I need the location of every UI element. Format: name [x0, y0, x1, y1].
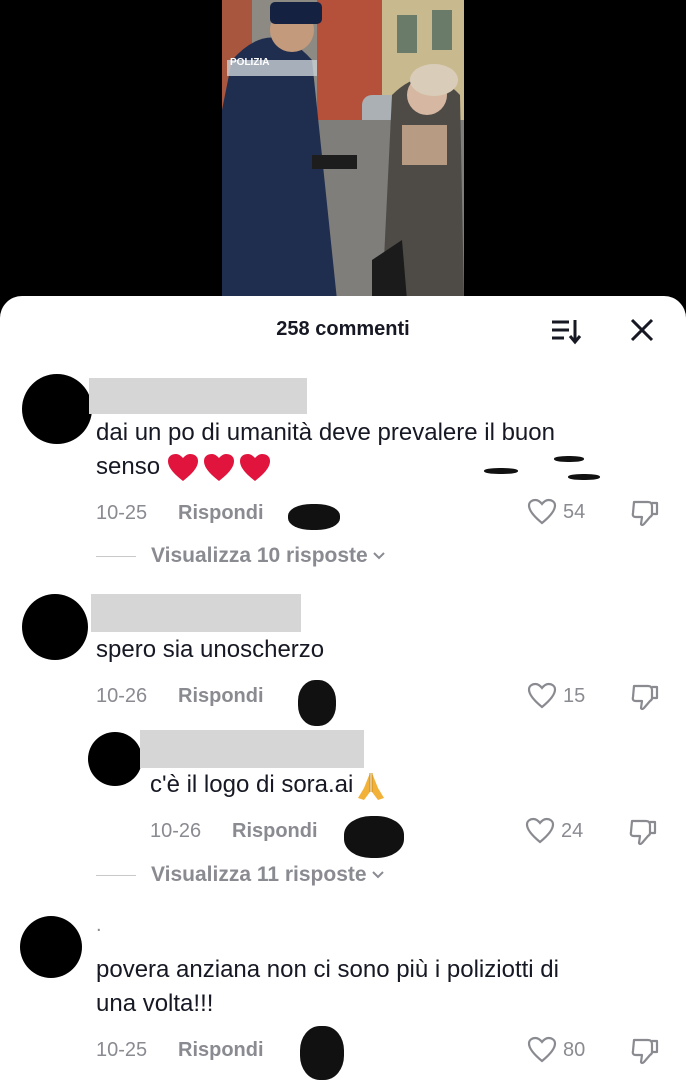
thumbs-down-icon [629, 819, 657, 846]
avatar[interactable] [88, 732, 142, 786]
dislike-button[interactable] [628, 818, 658, 851]
redaction-mark [288, 504, 340, 530]
like-button[interactable]: 80 [527, 1036, 585, 1064]
comment-text-line: senso [96, 450, 555, 484]
username-redacted[interactable] [91, 594, 301, 632]
comment-date: 10-25 [96, 1039, 148, 1061]
like-button[interactable]: 15 [527, 682, 585, 710]
heart-outline-icon [525, 817, 555, 844]
like-count: 80 [563, 1038, 586, 1061]
chevron-down-icon [371, 871, 384, 879]
chevron-down-icon [373, 552, 385, 560]
close-button[interactable] [628, 316, 656, 349]
redaction-mark [298, 680, 336, 726]
username-redacted[interactable] [140, 730, 364, 768]
thumbs-down-icon [631, 500, 659, 527]
heart-outline-icon [527, 498, 557, 525]
folded-hands-emoji [358, 772, 385, 800]
heart-emojis [168, 453, 271, 482]
comment-date: 10-26 [96, 685, 148, 707]
like-button[interactable]: 24 [525, 817, 583, 845]
reply-button[interactable]: Rispondi [232, 820, 318, 843]
comment-text-line: c'è il logo di sora.ai [150, 771, 354, 798]
comment-text: c'è il logo di sora.ai [150, 768, 387, 802]
heart-outline-icon [527, 682, 557, 709]
comment-text-line: dai un po di umanità deve prevalere il b… [96, 419, 555, 446]
avatar[interactable] [22, 594, 88, 660]
comment-date: 10-25 [96, 502, 148, 524]
view-replies-label: Visualizza 10 risposte [151, 544, 368, 567]
comment-date: 10-26 [150, 820, 202, 842]
close-icon [630, 318, 654, 342]
divider-line [96, 555, 136, 557]
comment-text: dai un po di umanità deve prevalere il b… [96, 416, 555, 484]
video-badge-text: POLIZIA [230, 57, 270, 68]
comment-text-line: una volta!!! [96, 990, 214, 1017]
video-frame [222, 0, 464, 300]
video-player[interactable]: POLIZIA [222, 0, 464, 300]
like-count: 54 [563, 500, 586, 523]
username[interactable]: . [96, 914, 102, 937]
view-replies-label: Visualizza 11 risposte [151, 863, 367, 886]
divider-line [96, 874, 136, 876]
redaction-mark [554, 456, 584, 462]
like-count: 15 [563, 684, 586, 707]
reply-button[interactable]: Rispondi [178, 685, 264, 708]
thumbs-down-icon [631, 684, 659, 711]
sort-button[interactable] [550, 316, 582, 351]
view-replies-button[interactable]: Visualizza 11 risposte [96, 863, 385, 887]
thumbs-down-icon [631, 1038, 659, 1065]
redaction-mark [344, 816, 404, 858]
comment-text-line-2: senso [96, 453, 161, 480]
redaction-mark [484, 468, 518, 474]
comments-sheet: 258 commenti dai un po di umanità deve p… [0, 296, 686, 1080]
dislike-button[interactable] [630, 683, 660, 716]
red-heart-emoji [204, 453, 235, 481]
like-button[interactable]: 54 [527, 498, 585, 526]
redaction-mark [300, 1026, 344, 1080]
sort-icon [552, 320, 582, 345]
reply-button[interactable]: Rispondi [178, 1039, 264, 1062]
comment-count: 258 commenti [276, 318, 410, 340]
dislike-button[interactable] [630, 499, 660, 532]
like-count: 24 [561, 819, 584, 842]
avatar[interactable] [22, 374, 92, 444]
comment-text: povera anziana non ci sono più i polizio… [96, 953, 559, 1021]
comments-header: 258 commenti [0, 296, 686, 366]
reply-button[interactable]: Rispondi [178, 502, 264, 525]
dislike-button[interactable] [630, 1037, 660, 1070]
comment-text-line: povera anziana non ci sono più i polizio… [96, 956, 559, 983]
redaction-mark [568, 474, 600, 480]
view-replies-button[interactable]: Visualizza 10 risposte [96, 544, 386, 568]
avatar[interactable] [20, 916, 82, 978]
heart-outline-icon [527, 1036, 557, 1063]
comment-text: spero sia unoscherzo [96, 636, 325, 663]
username-redacted[interactable] [89, 378, 307, 414]
red-heart-emoji [240, 453, 271, 481]
red-heart-emoji [168, 453, 199, 481]
